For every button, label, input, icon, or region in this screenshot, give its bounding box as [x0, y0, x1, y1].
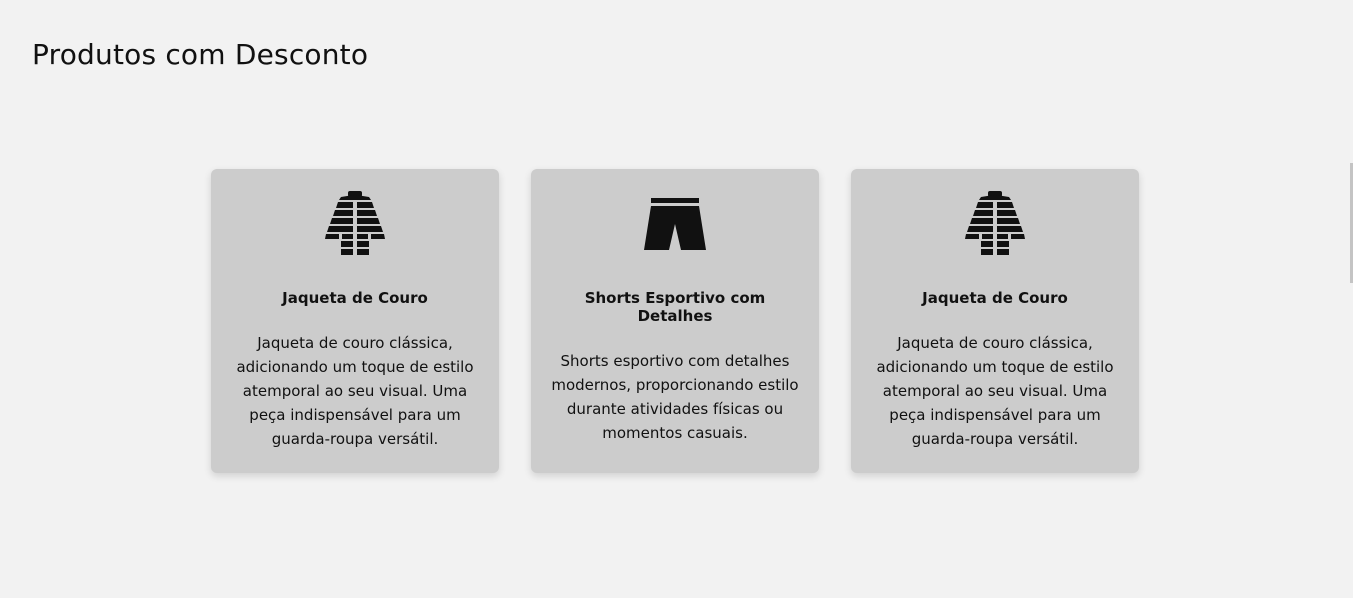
jacket-icon	[871, 189, 1119, 259]
jacket-icon	[231, 189, 479, 259]
product-name: Jaqueta de Couro	[282, 289, 428, 307]
product-card-list: Jaqueta de Couro Jaqueta de couro clássi…	[211, 169, 1139, 473]
product-card[interactable]: Shorts Esportivo com Detalhes Shorts esp…	[531, 169, 819, 473]
product-name: Jaqueta de Couro	[922, 289, 1068, 307]
product-description: Jaqueta de couro clássica, adicionando u…	[876, 334, 1114, 448]
shorts-icon	[551, 189, 799, 259]
product-name: Shorts Esportivo com Detalhes	[584, 289, 766, 325]
page-title: Produtos com Desconto	[32, 38, 369, 71]
product-card[interactable]: Jaqueta de Couro Jaqueta de couro clássi…	[851, 169, 1139, 473]
product-card[interactable]: Jaqueta de Couro Jaqueta de couro clássi…	[211, 169, 499, 473]
product-description: Jaqueta de couro clássica, adicionando u…	[236, 334, 474, 448]
product-description: Shorts esportivo com detalhes modernos, …	[551, 352, 799, 442]
